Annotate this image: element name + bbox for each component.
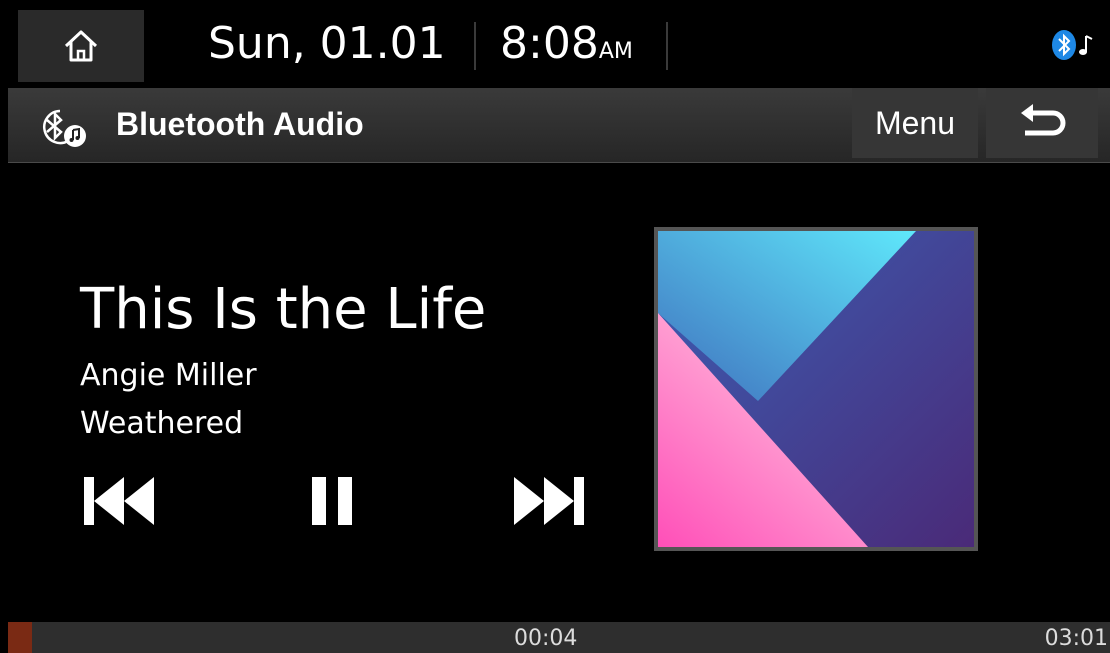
menu-button[interactable]: Menu	[852, 88, 978, 158]
track-album: Weathered	[80, 406, 244, 441]
track-title: This Is the Life	[80, 277, 487, 342]
bluetooth-music-icon	[1052, 30, 1093, 60]
date-display: Sun, 01.01	[208, 18, 446, 69]
divider	[474, 22, 476, 70]
album-art-image	[658, 231, 974, 547]
next-track-button[interactable]	[498, 470, 598, 532]
previous-track-button[interactable]	[70, 470, 170, 532]
next-track-icon	[514, 477, 584, 525]
title-bar: Bluetooth Audio Menu	[8, 88, 1110, 163]
home-icon	[64, 30, 98, 62]
track-artist: Angie Miller	[80, 358, 257, 393]
total-time: 03:01	[1044, 626, 1108, 651]
progress-fill	[8, 622, 33, 653]
pause-button[interactable]	[288, 470, 378, 532]
home-button[interactable]	[18, 10, 144, 82]
previous-track-icon	[84, 477, 154, 525]
album-art	[654, 227, 978, 551]
clock: 8:08AM	[500, 18, 633, 78]
bluetooth-audio-icon	[43, 109, 86, 147]
time-value: 8:08	[500, 18, 599, 69]
back-button[interactable]	[986, 88, 1098, 158]
time-ampm: AM	[598, 39, 633, 64]
status-bar: Sun, 01.01 8:08AM	[8, 0, 1110, 88]
back-arrow-icon	[1021, 104, 1066, 136]
page-title: Bluetooth Audio	[116, 106, 364, 142]
elapsed-time: 00:04	[514, 626, 578, 651]
pause-icon	[312, 477, 352, 525]
divider	[666, 22, 668, 70]
